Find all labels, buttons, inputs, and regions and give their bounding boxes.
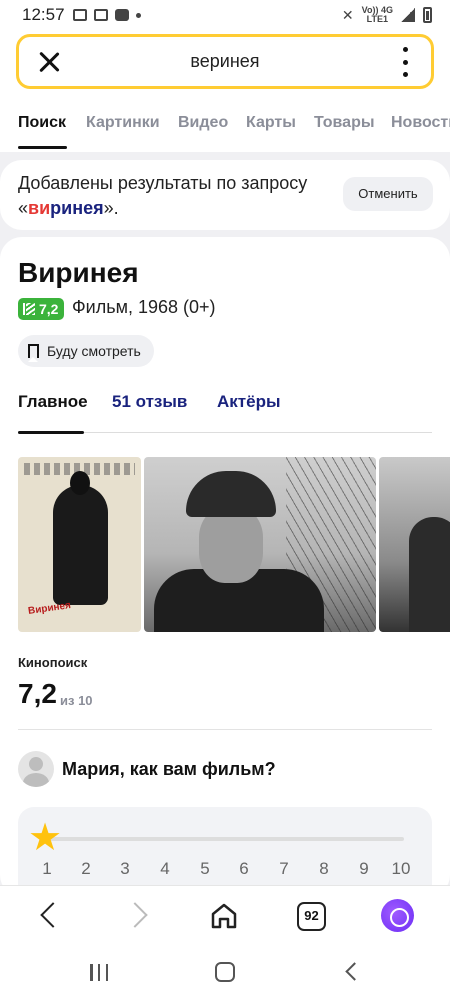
tab-maps[interactable]: Карты bbox=[246, 114, 296, 132]
corrected-query-link[interactable]: виринея bbox=[28, 198, 104, 218]
search-header: веринея bbox=[0, 30, 450, 100]
rating-slider-track[interactable] bbox=[48, 837, 404, 841]
rating-option-10[interactable]: 10 bbox=[389, 859, 413, 879]
spell-correction-card: Добавлены результаты по запросу «виринея… bbox=[0, 160, 450, 230]
content-tab-underline bbox=[18, 431, 84, 434]
movie-still-image[interactable] bbox=[379, 457, 450, 632]
network-indicator: Vo)) 4G LTE1 bbox=[362, 6, 393, 24]
kinopoisk-rating-badge: 7,2 bbox=[18, 298, 64, 320]
rating-option-5[interactable]: 5 bbox=[195, 859, 215, 879]
more-vertical-icon[interactable] bbox=[401, 47, 409, 77]
movie-still-image[interactable] bbox=[144, 457, 376, 632]
rating-option-7[interactable]: 7 bbox=[274, 859, 294, 879]
more-notifications-icon bbox=[135, 12, 141, 18]
poster-title-text: Виринея bbox=[27, 600, 72, 617]
rating-option-2[interactable]: 2 bbox=[76, 859, 96, 879]
divider bbox=[18, 729, 432, 730]
rating-prompt: Мария, как вам фильм? bbox=[62, 759, 276, 779]
system-home-icon[interactable] bbox=[215, 962, 235, 982]
search-box[interactable]: веринея bbox=[16, 34, 434, 89]
user-avatar bbox=[18, 751, 54, 787]
rating-option-3[interactable]: 3 bbox=[115, 859, 135, 879]
rating-option-1[interactable]: 1 bbox=[37, 859, 57, 879]
status-bar: 12:57 ✕ Vo)) 4G LTE1 bbox=[0, 0, 450, 30]
watch-later-button[interactable]: Буду смотреть bbox=[18, 335, 154, 367]
movie-card: Виринея 7,2 Фильм, 1968 (0+) Буду смотре… bbox=[0, 237, 450, 897]
tab-products[interactable]: Товары bbox=[314, 114, 375, 132]
forward-icon[interactable] bbox=[122, 902, 148, 928]
rating-option-4[interactable]: 4 bbox=[155, 859, 175, 879]
status-time: 12:57 bbox=[22, 5, 65, 24]
search-query[interactable]: веринея bbox=[79, 51, 371, 72]
rating-option-8[interactable]: 8 bbox=[314, 859, 334, 879]
bookmark-icon bbox=[28, 344, 39, 362]
spell-suffix: ». bbox=[103, 198, 119, 218]
image-gallery[interactable]: Виринея bbox=[18, 457, 450, 632]
star-icon[interactable]: ★ bbox=[28, 819, 62, 857]
tab-reviews[interactable]: 51 отзыв bbox=[112, 392, 187, 412]
cancel-button[interactable]: Отменить bbox=[343, 177, 433, 211]
recent-apps-icon[interactable] bbox=[90, 964, 108, 981]
spell-correction-text: Добавлены результаты по запросу «виринея… bbox=[18, 171, 338, 221]
search-tabs: Поиск Картинки Видео Карты Товары Новост… bbox=[0, 100, 450, 152]
corrected-query-highlight: ви bbox=[28, 198, 51, 218]
browser-toolbar: 92 bbox=[0, 885, 450, 948]
tab-main[interactable]: Главное bbox=[18, 392, 88, 412]
watch-later-label: Буду смотреть bbox=[47, 343, 141, 359]
kinopoisk-scale: из 10 bbox=[60, 693, 93, 708]
signal-icon bbox=[401, 8, 415, 22]
network-bottom-label: LTE1 bbox=[366, 14, 388, 24]
message-notification-icon bbox=[114, 9, 129, 21]
system-back-icon[interactable] bbox=[345, 962, 364, 981]
gallery-notification-icon bbox=[93, 9, 108, 21]
image-notification-icon bbox=[72, 9, 87, 21]
close-icon[interactable] bbox=[37, 50, 61, 74]
active-tab-underline bbox=[18, 146, 67, 149]
battery-icon bbox=[423, 7, 432, 23]
system-navigation bbox=[0, 948, 450, 1000]
tab-images[interactable]: Картинки bbox=[86, 114, 160, 132]
alice-assistant-icon[interactable] bbox=[381, 899, 414, 932]
tab-video[interactable]: Видео bbox=[178, 114, 228, 132]
movie-title[interactable]: Виринея bbox=[18, 257, 139, 289]
tab-news[interactable]: Новости bbox=[391, 114, 450, 132]
kinopoisk-score: 7,2 bbox=[18, 678, 57, 709]
rating-option-6[interactable]: 6 bbox=[234, 859, 254, 879]
home-icon[interactable] bbox=[208, 900, 240, 932]
rating-badge-value: 7,2 bbox=[39, 301, 59, 317]
tab-search[interactable]: Поиск bbox=[18, 114, 66, 132]
tab-actors[interactable]: Актёры bbox=[217, 392, 280, 412]
back-icon[interactable] bbox=[40, 902, 66, 928]
movie-poster-image[interactable]: Виринея bbox=[18, 457, 141, 632]
mute-icon: ✕ bbox=[341, 6, 354, 23]
corrected-query-rest: ринея bbox=[50, 198, 104, 218]
kinopoisk-label: Кинопоиск bbox=[18, 655, 88, 670]
rating-option-9[interactable]: 9 bbox=[354, 859, 374, 879]
rating-widget[interactable]: ★ 1 2 3 4 5 6 7 8 9 10 bbox=[18, 807, 432, 897]
tabs-counter-button[interactable]: 92 bbox=[297, 902, 326, 931]
kinopoisk-icon bbox=[22, 302, 36, 316]
movie-subtitle: Фильм, 1968 (0+) bbox=[72, 297, 216, 317]
